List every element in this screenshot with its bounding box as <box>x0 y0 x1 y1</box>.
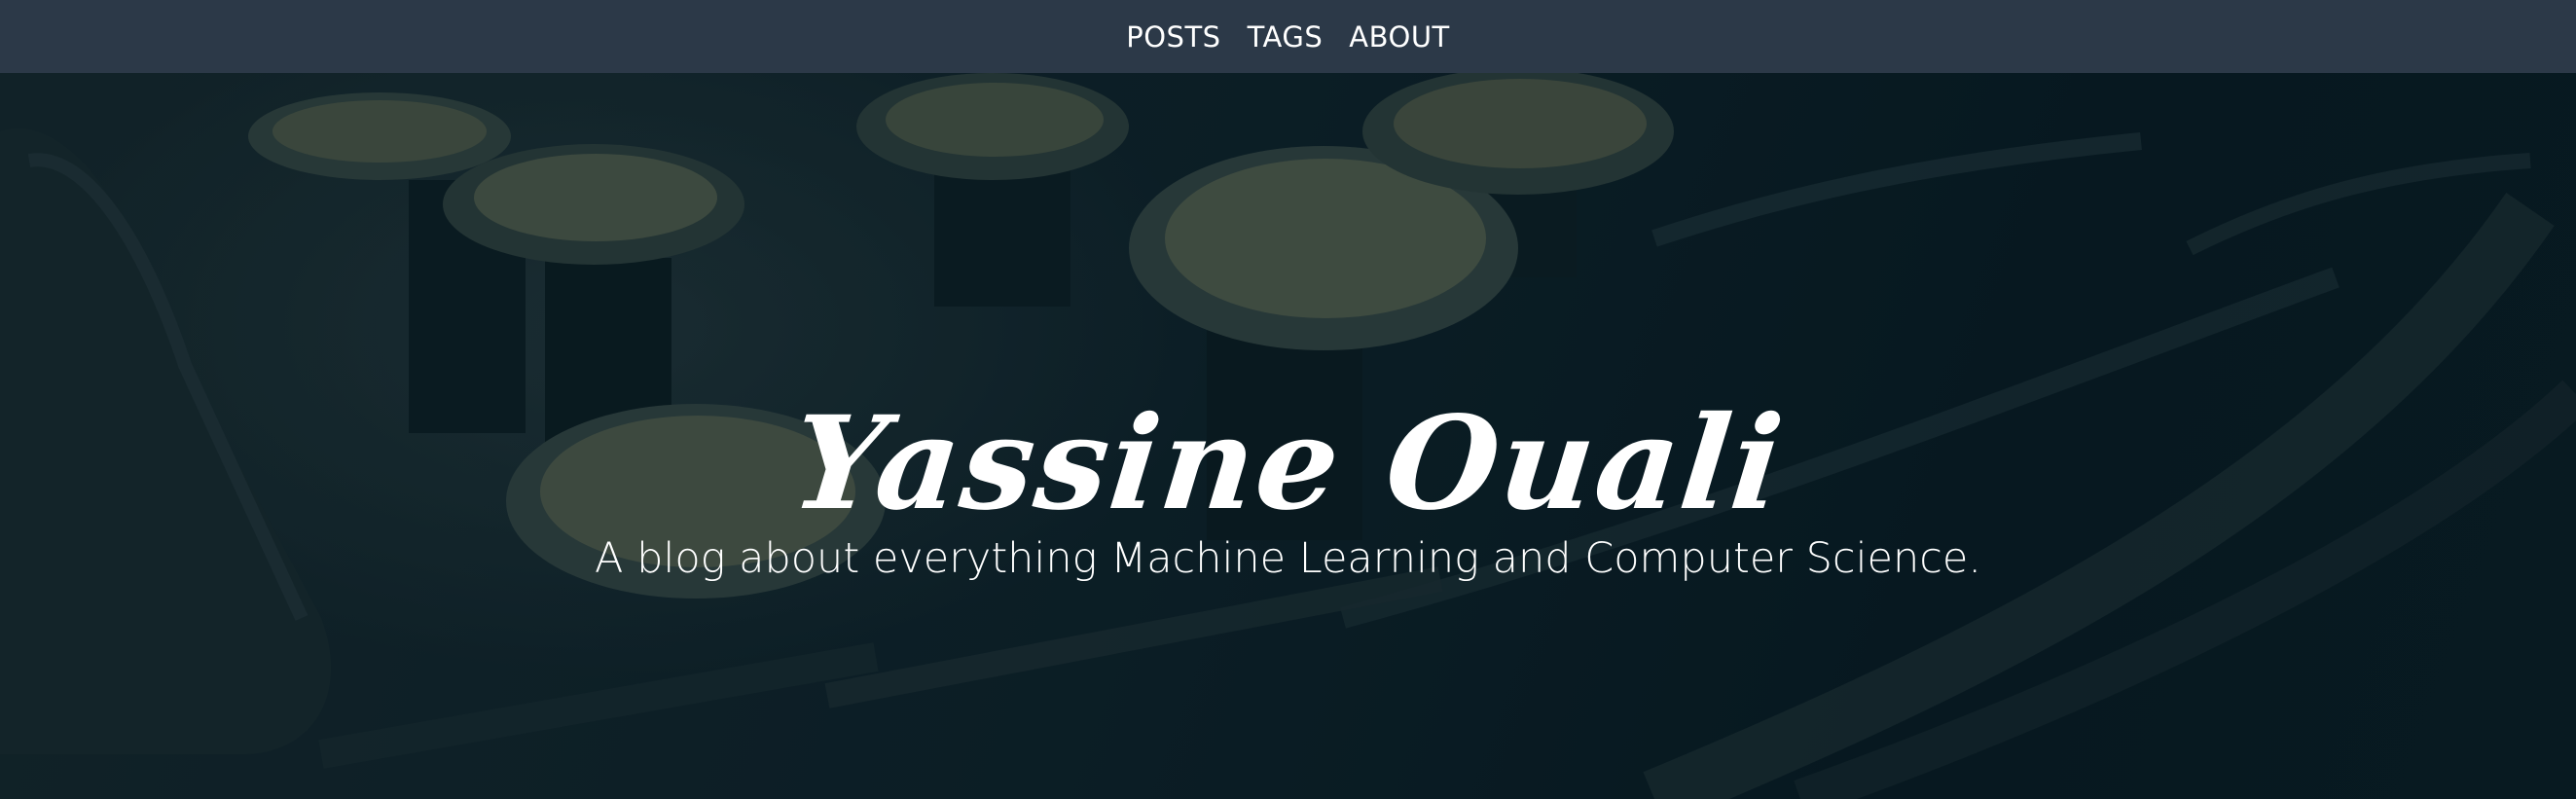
page: POSTS TAGS ABOUT Yassine Ouali A blog ab… <box>0 0 2576 799</box>
hero-banner: Yassine Ouali A blog about everything Ma… <box>0 73 2576 799</box>
nav-item-tags[interactable]: TAGS <box>1248 23 1324 52</box>
site-title: Yassine Ouali <box>784 388 1792 540</box>
site-subtitle: A blog about everything Machine Learning… <box>595 534 1981 583</box>
nav-item-about[interactable]: ABOUT <box>1349 23 1450 52</box>
nav-item-posts[interactable]: POSTS <box>1126 23 1220 52</box>
top-navigation: POSTS TAGS ABOUT <box>0 0 2576 73</box>
